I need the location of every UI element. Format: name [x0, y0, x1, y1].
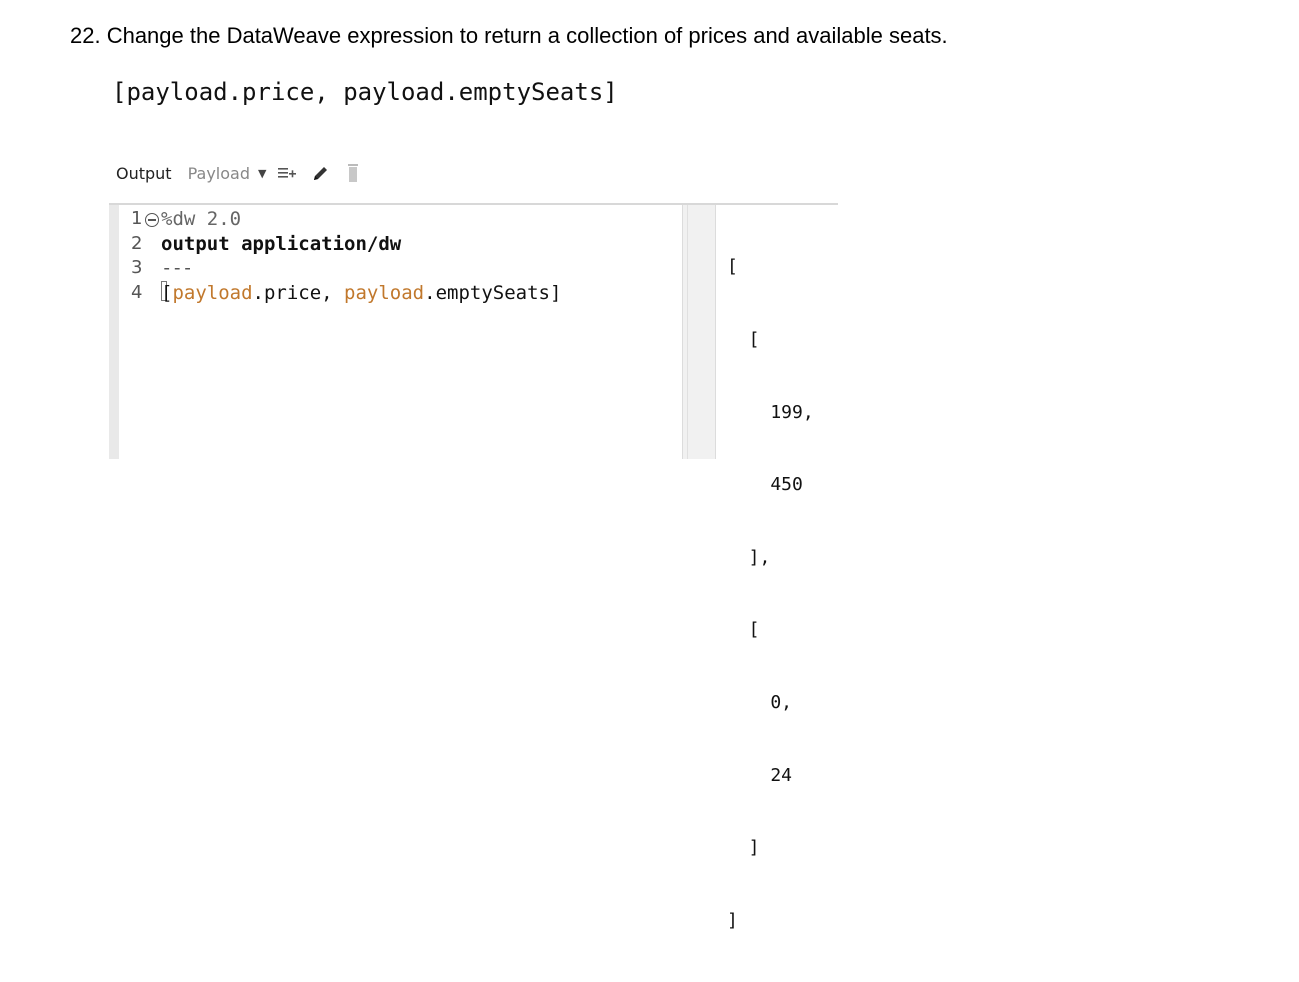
output-keyword: output — [161, 232, 230, 255]
output-mime: application/dw — [229, 232, 402, 255]
editor-left-bar — [109, 205, 119, 459]
expression-snippet: [payload.price, payload.emptySeats] — [112, 78, 618, 106]
code-line-4: 4[payload .price, payload .emptySeats] — [131, 280, 562, 306]
code-line-2: 2 output application/dw — [131, 232, 561, 257]
output-toolbar: Output Payload ▼ — [116, 160, 360, 186]
payload-variable: payload — [344, 281, 425, 304]
output-line: 24 — [727, 764, 793, 786]
step-heading: 22. Change the DataWeave expression to r… — [70, 23, 948, 48]
output-preview-pane: [ [ 199, 450 ], [ 0, 24 ] ] — [717, 205, 838, 931]
add-lines-icon[interactable] — [278, 162, 297, 184]
output-line: 0, — [727, 692, 793, 714]
output-line: ] — [727, 837, 760, 859]
output-line: 450 — [727, 474, 803, 496]
empty-seats-selector: .emptySeats] — [424, 281, 562, 304]
code-line-3: 3 --- — [131, 256, 561, 281]
output-line: [ — [727, 256, 738, 278]
line-number: 3 — [131, 257, 143, 278]
output-line: [ — [727, 619, 760, 641]
output-label: Output — [116, 163, 172, 183]
header-separator: --- — [161, 257, 193, 279]
price-selector: .price, — [252, 281, 345, 304]
line-number: 2 — [131, 232, 143, 254]
code-line-1: 1 %dw 2.0 — [131, 207, 561, 232]
fold-collapse-icon[interactable] — [145, 213, 159, 227]
line-number: 4 — [131, 281, 143, 303]
output-line: ] — [727, 909, 738, 931]
dataweave-editor-panel: 1 %dw 2.0 2 output application/dw 3 --- 4[p… — [109, 203, 838, 931]
pane-splitter[interactable] — [682, 205, 716, 459]
payload-variable: payload — [172, 281, 253, 304]
output-target-value: Payload — [187, 163, 250, 183]
pencil-icon[interactable] — [312, 162, 330, 184]
caret-down-icon: ▼ — [257, 166, 267, 180]
line-number: 1 — [131, 208, 143, 229]
trash-icon[interactable] — [346, 162, 360, 184]
output-line: ], — [727, 546, 771, 568]
output-line: 199, — [727, 401, 814, 423]
output-line: [ — [727, 329, 760, 351]
open-bracket: [ — [161, 281, 173, 304]
output-target-select[interactable]: Payload ▼ — [188, 164, 267, 183]
output-preview: [ [ 199, 450 ], [ 0, 24 ] ] — [727, 207, 814, 982]
script-editor[interactable]: 1 %dw 2.0 2 output application/dw 3 --- 4[p… — [131, 207, 561, 305]
dw-version-directive: %dw 2.0 — [161, 208, 242, 230]
